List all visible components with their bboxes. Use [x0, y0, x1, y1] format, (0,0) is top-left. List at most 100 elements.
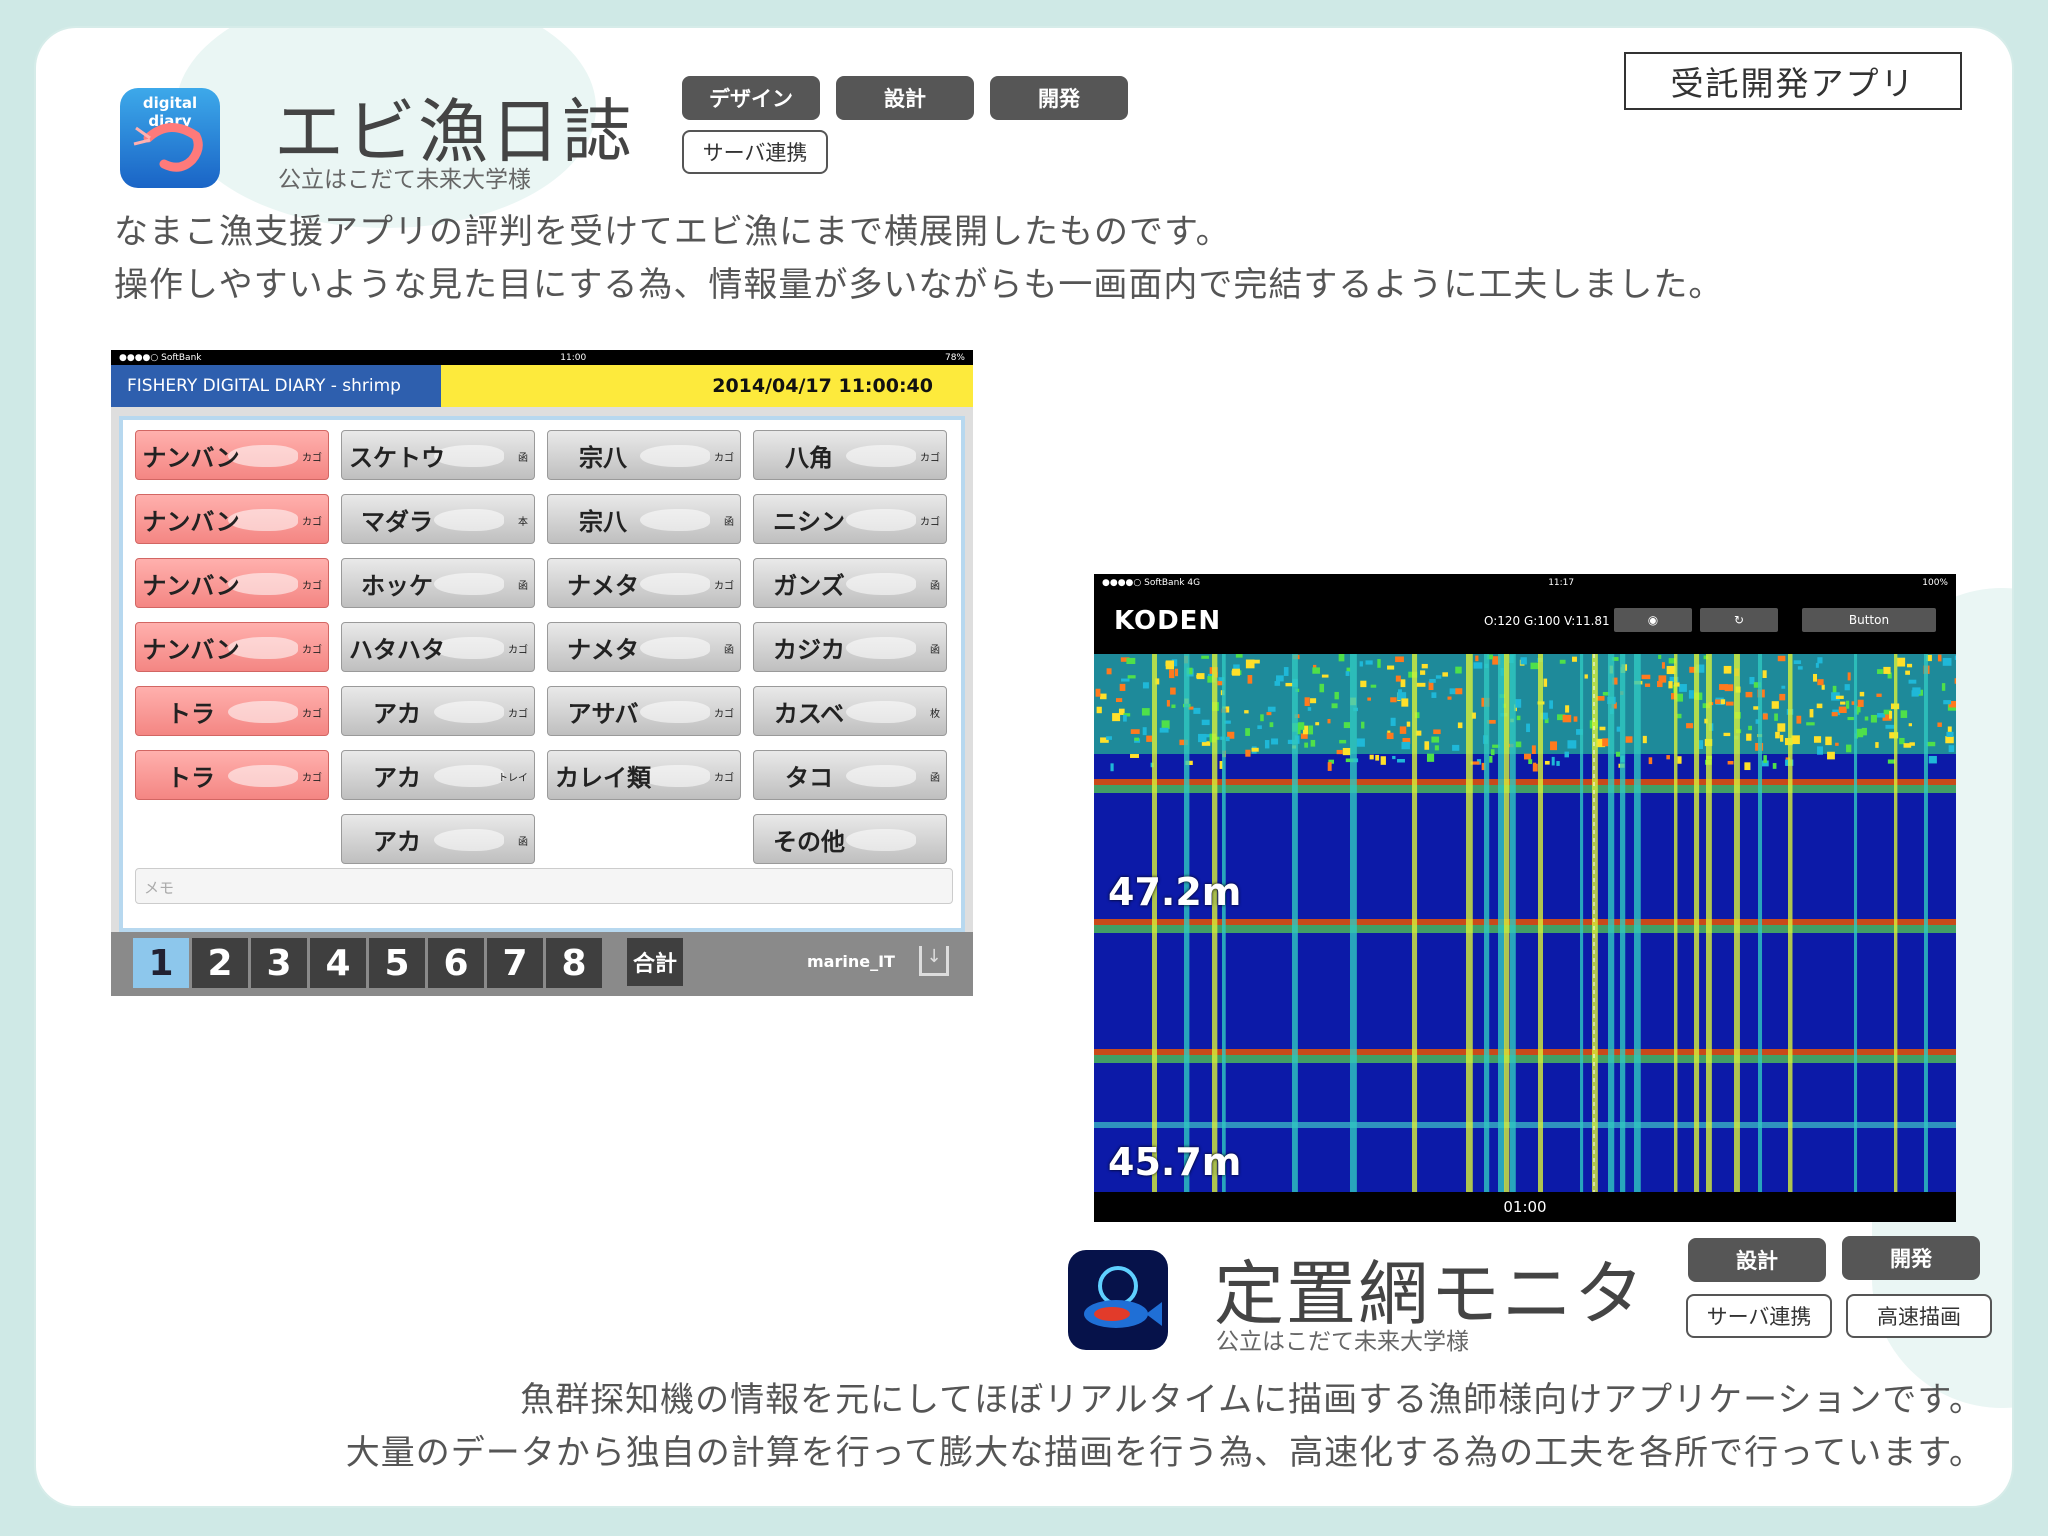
echo-speck — [1245, 728, 1250, 736]
unit-label: 函 — [930, 581, 940, 592]
catch-button[interactable]: ナメタ 函 — [547, 622, 741, 672]
catch-button[interactable]: マダラ 本 — [341, 494, 535, 544]
catch-button[interactable]: カレイ類 カゴ — [547, 750, 741, 800]
echo-speck — [1161, 720, 1170, 730]
catch-button[interactable]: タコ 函 — [753, 750, 947, 800]
catch-button[interactable]: 宗八 函 — [547, 494, 741, 544]
echo-speck — [1390, 697, 1397, 703]
catch-button[interactable]: アカ 函 — [341, 814, 535, 864]
refresh-button[interactable]: ↻ — [1700, 608, 1778, 632]
page-tab-1[interactable]: 1 — [133, 938, 189, 988]
catch-button[interactable]: 八角 カゴ — [753, 430, 947, 480]
catch-button[interactable]: トラ カゴ — [135, 686, 329, 736]
echo-speck — [1942, 657, 1952, 666]
echo-speck — [1387, 665, 1395, 670]
unit-label: カゴ — [302, 453, 322, 464]
interference-stripe — [1894, 654, 1898, 1192]
catch-button[interactable]: ナンバン カゴ — [135, 494, 329, 544]
echo-speck — [1857, 699, 1864, 707]
echo-speck — [1310, 739, 1316, 747]
echo-speck — [1544, 760, 1550, 765]
catch-button[interactable]: アカ トレイ — [341, 750, 535, 800]
unit-label: カゴ — [302, 645, 322, 656]
echo-speck — [1584, 674, 1588, 679]
echo-speck — [1550, 741, 1557, 751]
page-tab-5[interactable]: 5 — [369, 938, 425, 988]
echo-speck — [1954, 655, 1956, 660]
echo-speck — [1523, 753, 1532, 760]
catch-button[interactable]: カジカ 函 — [753, 622, 947, 672]
echo-speck — [1201, 655, 1209, 659]
echo-speck — [1304, 697, 1310, 706]
echo-speck — [1442, 672, 1448, 677]
echo-speck — [1725, 701, 1734, 706]
echo-speck — [1142, 682, 1149, 689]
description-line: なまこ漁支援アプリの評判を受けてエビ漁にまで横展開したものです。 — [114, 212, 1231, 252]
echo-speck — [1642, 735, 1647, 744]
catch-button[interactable]: カスベ 枚 — [753, 686, 947, 736]
echo-speck — [1825, 736, 1832, 746]
page-tab-4[interactable]: 4 — [310, 938, 366, 988]
page-tab-3[interactable]: 3 — [251, 938, 307, 988]
echo-speck — [1516, 715, 1521, 721]
catch-button[interactable]: ナンバン カゴ — [135, 558, 329, 608]
depth-label-upper: 47.2m — [1108, 870, 1242, 914]
catch-button[interactable]: ハタハタ カゴ — [341, 622, 535, 672]
echo-speck — [1897, 657, 1906, 667]
generic-button[interactable]: Button — [1802, 608, 1936, 632]
catch-button[interactable]: アサバ カゴ — [547, 686, 741, 736]
echo-speck — [1840, 701, 1846, 705]
echo-speck — [1401, 698, 1409, 707]
echo-speck — [1416, 682, 1426, 687]
catch-button[interactable]: アカ カゴ — [341, 686, 535, 736]
echo-speck — [1859, 691, 1865, 697]
unit-label: 本 — [518, 517, 528, 528]
echo-speck — [1421, 663, 1428, 669]
catch-button-label: ナンバン — [142, 507, 240, 536]
memo-input[interactable]: メモ — [135, 868, 953, 904]
catch-button-label: マダラ — [361, 507, 433, 536]
unit-label: カゴ — [508, 645, 528, 656]
catch-button[interactable]: ナメタ カゴ — [547, 558, 741, 608]
catch-button[interactable]: ナンバン カゴ — [135, 430, 329, 480]
export-icon[interactable]: ↓ — [919, 946, 949, 976]
catch-button[interactable]: トラ カゴ — [135, 750, 329, 800]
interference-stripe — [1292, 654, 1298, 1192]
interference-stripe — [1580, 654, 1584, 1192]
unit-label: トレイ — [498, 773, 528, 784]
catch-button[interactable]: ガンズ 函 — [753, 558, 947, 608]
echo-speck — [1315, 722, 1320, 726]
page-tab-7[interactable]: 7 — [487, 938, 543, 988]
echo-speck — [1749, 676, 1755, 685]
echo-speck — [1395, 675, 1401, 682]
echo-speck — [1720, 699, 1726, 705]
echo-speck — [1130, 729, 1140, 734]
catch-button[interactable]: その他 — [753, 814, 947, 864]
echo-speck — [1369, 754, 1374, 760]
echo-speck — [1657, 681, 1663, 688]
catch-button[interactable]: スケトウ 函 — [341, 430, 535, 480]
echo-speck — [1887, 759, 1896, 764]
echo-speck — [1723, 665, 1732, 674]
echo-speck — [1327, 719, 1331, 724]
page-tab-2[interactable]: 2 — [192, 938, 248, 988]
echo-speck — [1365, 660, 1373, 665]
catch-button[interactable]: ニシン カゴ — [753, 494, 947, 544]
echo-speck — [1876, 693, 1882, 697]
camera-button[interactable]: ◉ — [1614, 608, 1692, 632]
catch-button[interactable]: ナンバン カゴ — [135, 622, 329, 672]
echo-speck — [1345, 671, 1350, 676]
catch-button[interactable]: ホッケ 函 — [341, 558, 535, 608]
echo-speck — [1406, 721, 1411, 727]
page-tab-6[interactable]: 6 — [428, 938, 484, 988]
catch-button[interactable]: 宗八 カゴ — [547, 430, 741, 480]
page-tab-8[interactable]: 8 — [546, 938, 602, 988]
echo-speck — [1844, 684, 1850, 691]
echo-speck — [1870, 714, 1877, 723]
echo-speck — [1551, 756, 1555, 766]
contract-badge: 受託開発アプリ — [1624, 52, 1962, 110]
echo-speck — [1875, 742, 1879, 748]
echo-speck — [1455, 688, 1463, 695]
total-button[interactable]: 合計 — [627, 938, 683, 986]
interference-stripe — [1634, 654, 1641, 1192]
